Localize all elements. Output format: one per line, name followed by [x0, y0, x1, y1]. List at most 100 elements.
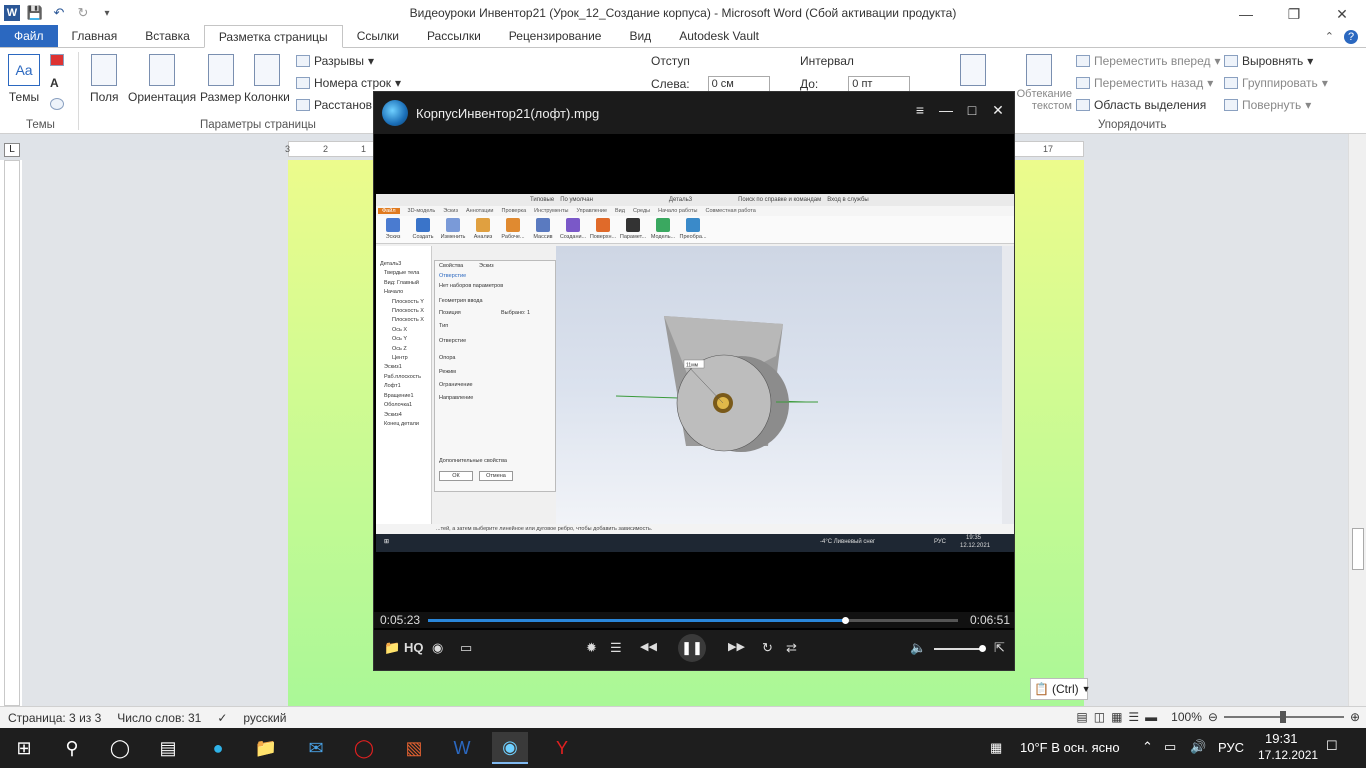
tab-review[interactable]: Рецензирование — [495, 25, 616, 47]
spacing-before-input[interactable]: 0 пт — [848, 76, 911, 92]
undo-icon[interactable]: ↶ — [50, 4, 68, 22]
web-layout-icon[interactable]: ▦ — [1111, 710, 1122, 724]
word-logo-icon[interactable]: W — [4, 5, 20, 21]
seek-bar[interactable] — [428, 617, 958, 624]
seek-bar-handle[interactable] — [841, 617, 849, 624]
tab-file[interactable]: Файл — [0, 25, 58, 47]
previous-icon[interactable]: ◀◀ — [640, 640, 657, 653]
group-button[interactable]: Группировать ▾ — [1224, 76, 1328, 90]
start-icon[interactable]: ⊞ — [6, 732, 42, 764]
vertical-scrollbar[interactable] — [1348, 134, 1366, 706]
fonts-icon[interactable]: A — [50, 76, 59, 90]
playlist-icon[interactable]: ≡ — [912, 102, 928, 119]
spelling-icon[interactable]: ✓ — [209, 711, 235, 725]
effects-icon[interactable] — [50, 98, 64, 110]
tray-chevron-icon[interactable]: ⌃ — [1142, 739, 1153, 755]
minimize-button[interactable]: — — [1222, 0, 1270, 28]
video-frame[interactable]: Типовые По умолчан Деталь3 Поиск по спра… — [376, 194, 1014, 552]
line-numbers-button[interactable]: Номера строк ▾ — [296, 76, 401, 90]
yandex-browser-icon[interactable]: Y — [544, 732, 580, 764]
player-title-bar[interactable]: КорпусИнвентор21(лофт).mpg ≡ — □ ✕ — [374, 92, 1014, 134]
scroll-thumb[interactable] — [1352, 528, 1364, 570]
zoom-handle[interactable] — [1279, 711, 1286, 723]
network-icon[interactable]: ▭ — [1164, 739, 1176, 755]
maximize-button[interactable]: ❐ — [1270, 0, 1318, 28]
media-player-window[interactable]: КорпусИнвентор21(лофт).mpg ≡ — □ ✕ Типов… — [373, 91, 1015, 671]
hq-button[interactable]: HQ — [404, 640, 424, 655]
columns-button[interactable]: Колонки — [244, 54, 290, 104]
redo-icon[interactable]: ↻ — [74, 4, 92, 22]
taskbar-weather[interactable]: 10°F В осн. ясно — [1020, 740, 1120, 755]
weather-icon[interactable]: ▦ — [990, 740, 1002, 756]
repeat-icon[interactable]: ↻ — [762, 640, 773, 656]
page-count[interactable]: Страница: 3 из 3 — [0, 711, 109, 725]
player-maximize-button[interactable]: □ — [964, 102, 980, 119]
rotate-button[interactable]: Повернуть ▾ — [1224, 98, 1311, 112]
media-player-icon[interactable]: ◉ — [492, 732, 528, 764]
powerpoint-icon[interactable]: ▧ — [396, 732, 432, 764]
tab-references[interactable]: Ссылки — [343, 25, 413, 47]
notifications-icon[interactable]: ☐ — [1326, 738, 1338, 754]
file-explorer-icon[interactable]: 📁 — [248, 732, 284, 764]
wrap-text-button[interactable] — [1026, 54, 1052, 90]
margins-button[interactable]: Поля — [90, 54, 119, 104]
indent-left-input[interactable]: 0 см — [707, 76, 770, 92]
position-button[interactable] — [960, 54, 986, 90]
align-button[interactable]: Выровнять ▾ — [1224, 54, 1313, 68]
selection-pane-button[interactable]: Область выделения — [1076, 98, 1206, 112]
screen-icon[interactable]: ▭ — [460, 640, 472, 656]
print-layout-icon[interactable]: ▤ — [1076, 710, 1087, 724]
volume-handle[interactable] — [978, 645, 986, 652]
volume-icon[interactable]: 🔈 — [910, 640, 926, 656]
bring-forward-button[interactable]: Переместить вперед ▾ — [1076, 54, 1221, 68]
fullscreen-icon[interactable]: ⇱ — [994, 640, 1005, 656]
taskbar-time[interactable]: 19:31 — [1265, 731, 1298, 746]
tab-page-layout[interactable]: Разметка страницы — [203, 25, 343, 48]
themes-button[interactable]: Aa Темы — [8, 54, 40, 104]
zoom-level[interactable]: 100% — [1171, 710, 1202, 724]
player-minimize-button[interactable]: — — [938, 102, 954, 119]
tab-insert[interactable]: Вставка — [131, 25, 204, 47]
vertical-ruler[interactable] — [4, 160, 20, 706]
save-icon[interactable]: 💾 — [26, 4, 44, 22]
search-icon[interactable]: ⚲ — [54, 732, 90, 764]
hyphenation-button[interactable]: Расстанов — [296, 98, 372, 112]
edge-icon[interactable]: ● — [200, 732, 236, 764]
zoom-in-icon[interactable]: ⊕ — [1350, 710, 1360, 724]
language[interactable]: русский — [235, 711, 294, 725]
help-icon[interactable]: ? — [1344, 30, 1358, 44]
tab-autodesk-vault[interactable]: Autodesk Vault — [665, 25, 773, 47]
next-icon[interactable]: ▶▶ — [728, 640, 745, 653]
broadcast-icon[interactable]: ◉ — [432, 640, 443, 656]
tab-mailings[interactable]: Рассылки — [413, 25, 495, 47]
customize-qat-icon[interactable]: ▾ — [98, 4, 116, 22]
taskbar-lang[interactable]: РУС — [1218, 740, 1244, 755]
ribbon-collapse-icon[interactable]: ⌃ — [1325, 30, 1334, 44]
volume-tray-icon[interactable]: 🔊 — [1190, 739, 1206, 755]
breaks-button[interactable]: Разрывы ▾ — [296, 54, 374, 68]
equalizer-icon[interactable]: ☰ — [610, 640, 622, 656]
tab-selector[interactable]: L — [4, 143, 20, 157]
orientation-button[interactable]: Ориентация — [128, 54, 196, 104]
paste-options-button[interactable]: 📋 (Ctrl) ▼ — [1030, 678, 1091, 700]
outline-icon[interactable]: ☰ — [1128, 710, 1139, 724]
zoom-out-icon[interactable]: ⊖ — [1208, 710, 1218, 724]
word-count[interactable]: Число слов: 31 — [109, 711, 209, 725]
opera-icon[interactable]: ◯ — [346, 732, 382, 764]
zoom-slider[interactable] — [1223, 711, 1344, 723]
task-view-icon[interactable]: ▤ — [150, 732, 186, 764]
taskbar-date[interactable]: 17.12.2021 — [1258, 748, 1318, 762]
player-close-button[interactable]: ✕ — [990, 102, 1006, 119]
pause-button[interactable]: ❚❚ — [678, 634, 706, 662]
open-file-icon[interactable]: 📁 — [384, 640, 400, 656]
full-screen-reading-icon[interactable]: ◫ — [1094, 710, 1105, 724]
word-icon[interactable]: W — [444, 732, 480, 764]
tab-home[interactable]: Главная — [58, 25, 132, 47]
draft-icon[interactable]: ▬ — [1145, 710, 1157, 724]
close-button[interactable]: ✕ — [1318, 0, 1366, 28]
mail-icon[interactable]: ✉ — [298, 732, 334, 764]
settings-icon[interactable]: ✹ — [586, 640, 597, 656]
tab-view[interactable]: Вид — [615, 25, 665, 47]
send-backward-button[interactable]: Переместить назад ▾ — [1076, 76, 1213, 90]
shuffle-icon[interactable]: ⇄ — [786, 640, 797, 656]
